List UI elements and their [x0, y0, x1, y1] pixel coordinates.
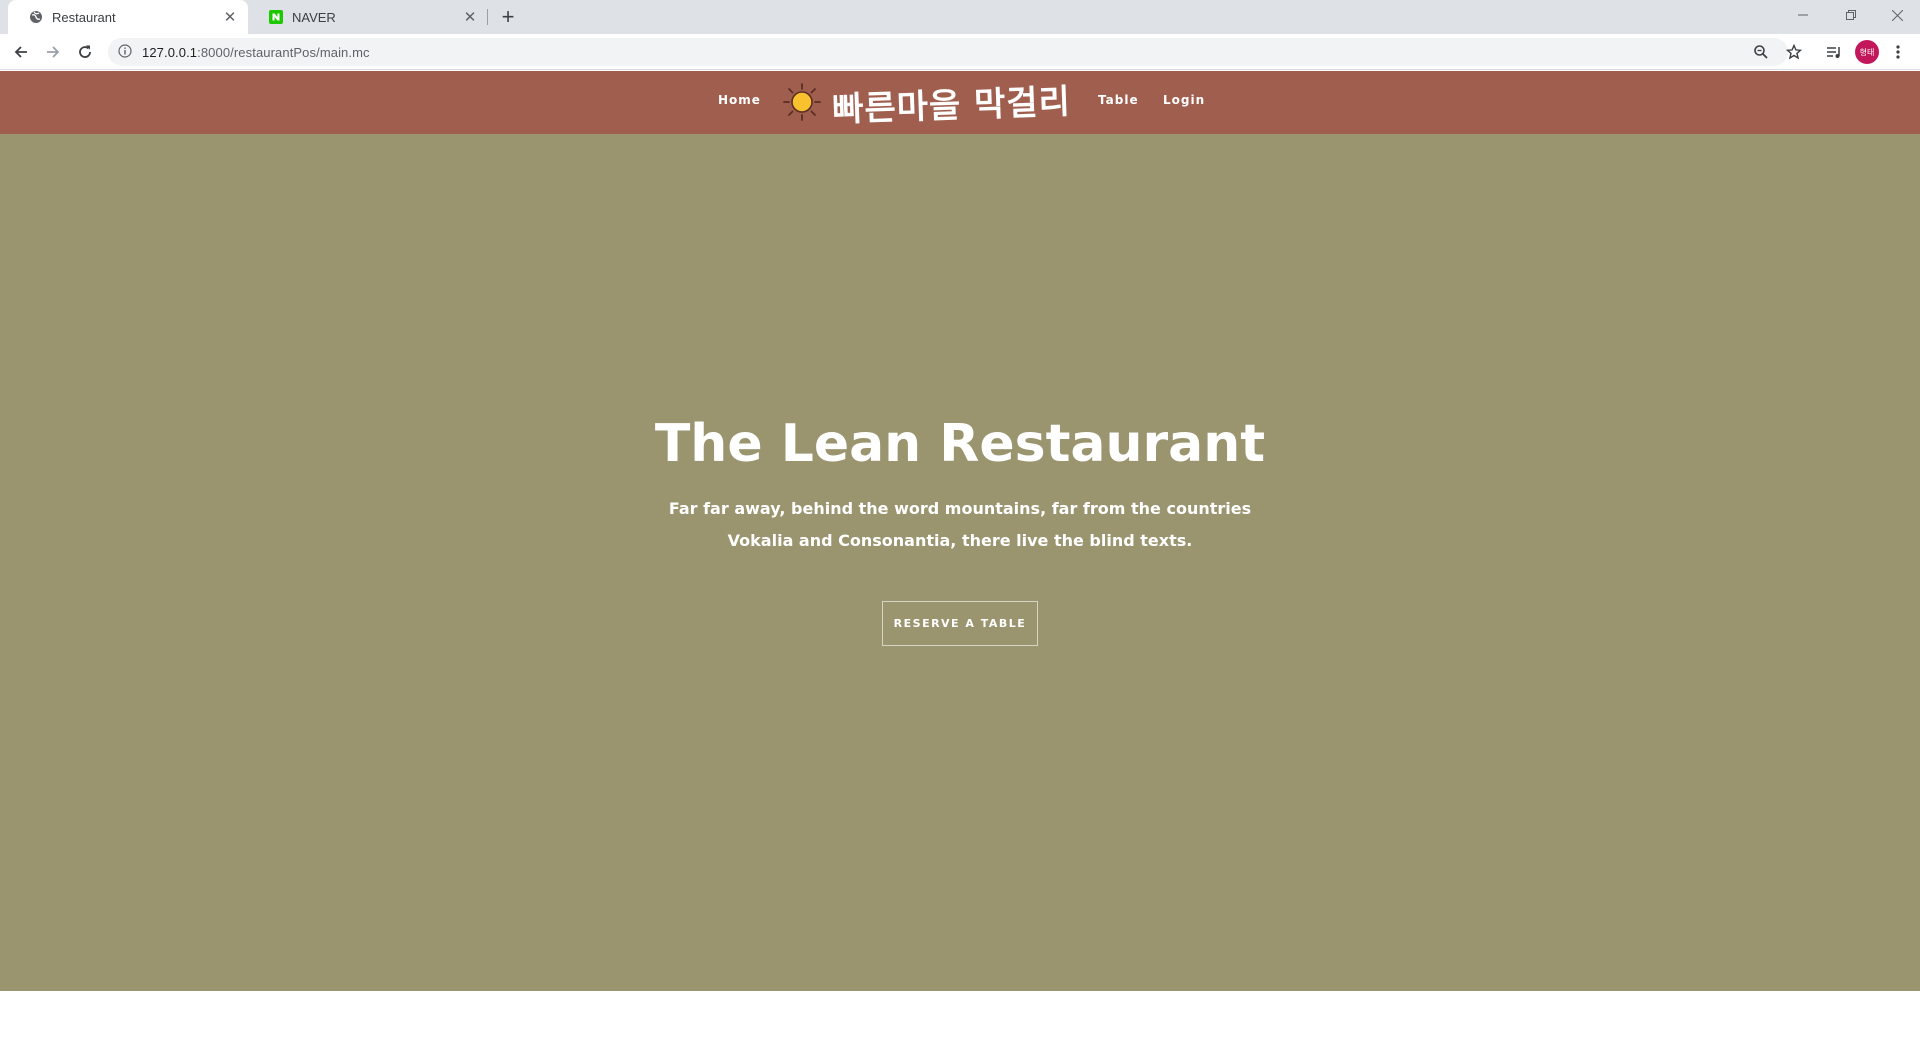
- media-queue-icon[interactable]: [1820, 38, 1848, 66]
- sun-icon: [783, 83, 821, 121]
- hero-subtitle-line2: Vokalia and Consonantia, there live the …: [727, 531, 1193, 550]
- browser-toolbar: 127.0.0.1:8000/restaurantPos/main.mc: [0, 34, 1920, 70]
- url-text: 127.0.0.1:8000/restaurantPos/main.mc: [142, 45, 370, 60]
- reserve-table-button[interactable]: RESERVE A TABLE: [882, 601, 1038, 646]
- naver-icon: [268, 9, 284, 25]
- close-tab-icon[interactable]: ✕: [220, 7, 240, 27]
- hero-section: The Lean Restaurant Far far away, behind…: [0, 134, 1920, 991]
- page-viewport: Home 빠른마을 막걸리 Table Login The Lean Resta…: [0, 71, 1920, 1040]
- tab-title: NAVER: [292, 9, 336, 25]
- close-tab-icon[interactable]: ✕: [460, 7, 480, 27]
- nav-home-link[interactable]: Home: [718, 93, 761, 107]
- nav-table-link[interactable]: Table: [1098, 93, 1139, 107]
- tab-separator: [487, 9, 488, 25]
- profile-avatar[interactable]: 형태: [1855, 40, 1879, 64]
- forward-icon[interactable]: [39, 38, 67, 66]
- hero-title: The Lean Restaurant: [654, 414, 1266, 474]
- reload-icon[interactable]: [71, 38, 99, 66]
- menu-kebab-icon[interactable]: [1884, 38, 1912, 66]
- nav-login-link[interactable]: Login: [1163, 93, 1205, 107]
- site-logo[interactable]: 빠른마을 막걸리: [782, 77, 1072, 130]
- tab-restaurant[interactable]: Restaurant ✕: [8, 0, 248, 34]
- info-icon[interactable]: [118, 44, 134, 60]
- site-navbar: Home 빠른마을 막걸리 Table Login: [0, 71, 1920, 134]
- close-window-icon[interactable]: [1874, 0, 1920, 30]
- zoom-icon[interactable]: [1747, 38, 1775, 66]
- hero-subtitle-line1: Far far away, behind the word mountains,…: [668, 499, 1252, 518]
- back-icon[interactable]: [7, 38, 35, 66]
- logo-text: 빠른마을 막걸리: [831, 81, 1072, 130]
- globe-icon: [28, 9, 44, 25]
- tab-naver[interactable]: NAVER ✕: [248, 0, 488, 34]
- minimize-icon[interactable]: [1780, 0, 1826, 30]
- restore-icon[interactable]: [1828, 0, 1874, 30]
- address-bar[interactable]: 127.0.0.1:8000/restaurantPos/main.mc: [108, 38, 1788, 66]
- bookmark-star-icon[interactable]: [1780, 38, 1808, 66]
- tab-strip: Restaurant ✕ NAVER ✕ +: [0, 0, 1920, 34]
- url-host: 127.0.0.1: [142, 44, 198, 60]
- new-tab-button[interactable]: +: [496, 4, 520, 29]
- url-path: :8000/restaurantPos/main.mc: [197, 44, 370, 60]
- tab-title: Restaurant: [52, 9, 116, 25]
